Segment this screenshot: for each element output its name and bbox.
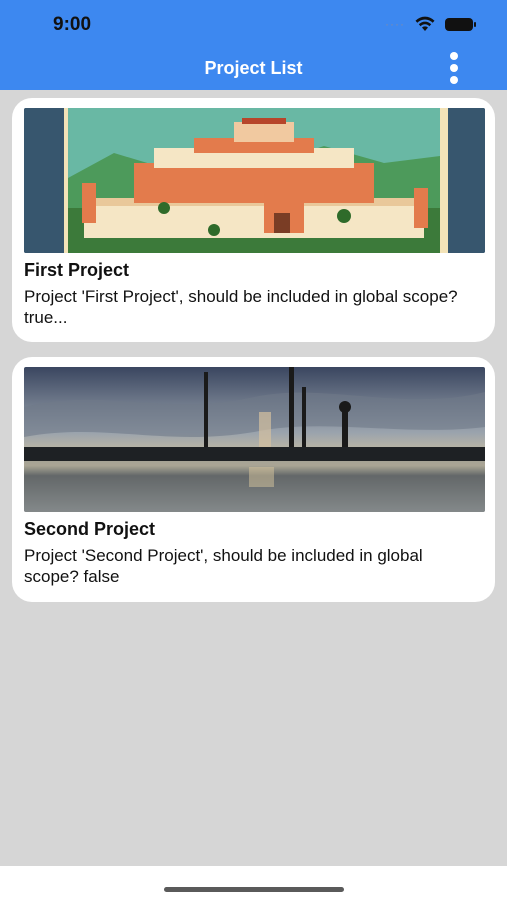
project-title: First Project (24, 260, 130, 280)
project-title: Second Project (24, 519, 156, 539)
project-description: Project 'First Project', should be inclu… (24, 287, 458, 327)
status-icons: ···· (385, 16, 476, 32)
project-card-second[interactable]: Second Project Project 'Second Project',… (12, 357, 495, 602)
home-indicator-bar[interactable] (164, 887, 344, 892)
project-image-first (24, 108, 485, 253)
signal-dots-icon: ···· (385, 17, 405, 31)
page-title: Project List (204, 58, 303, 78)
app-bar: 9:00 ···· Project List (0, 0, 507, 90)
project-card-first[interactable]: First Project Project 'First Project', s… (12, 98, 495, 342)
home-indicator-area (0, 866, 507, 900)
status-time: 9:00 (53, 14, 92, 35)
wifi-icon (415, 16, 435, 31)
battery-icon (445, 17, 476, 31)
project-description: Project 'Second Project', should be incl… (24, 546, 423, 586)
more-vertical-icon[interactable] (444, 52, 464, 84)
project-image-second (24, 367, 485, 512)
